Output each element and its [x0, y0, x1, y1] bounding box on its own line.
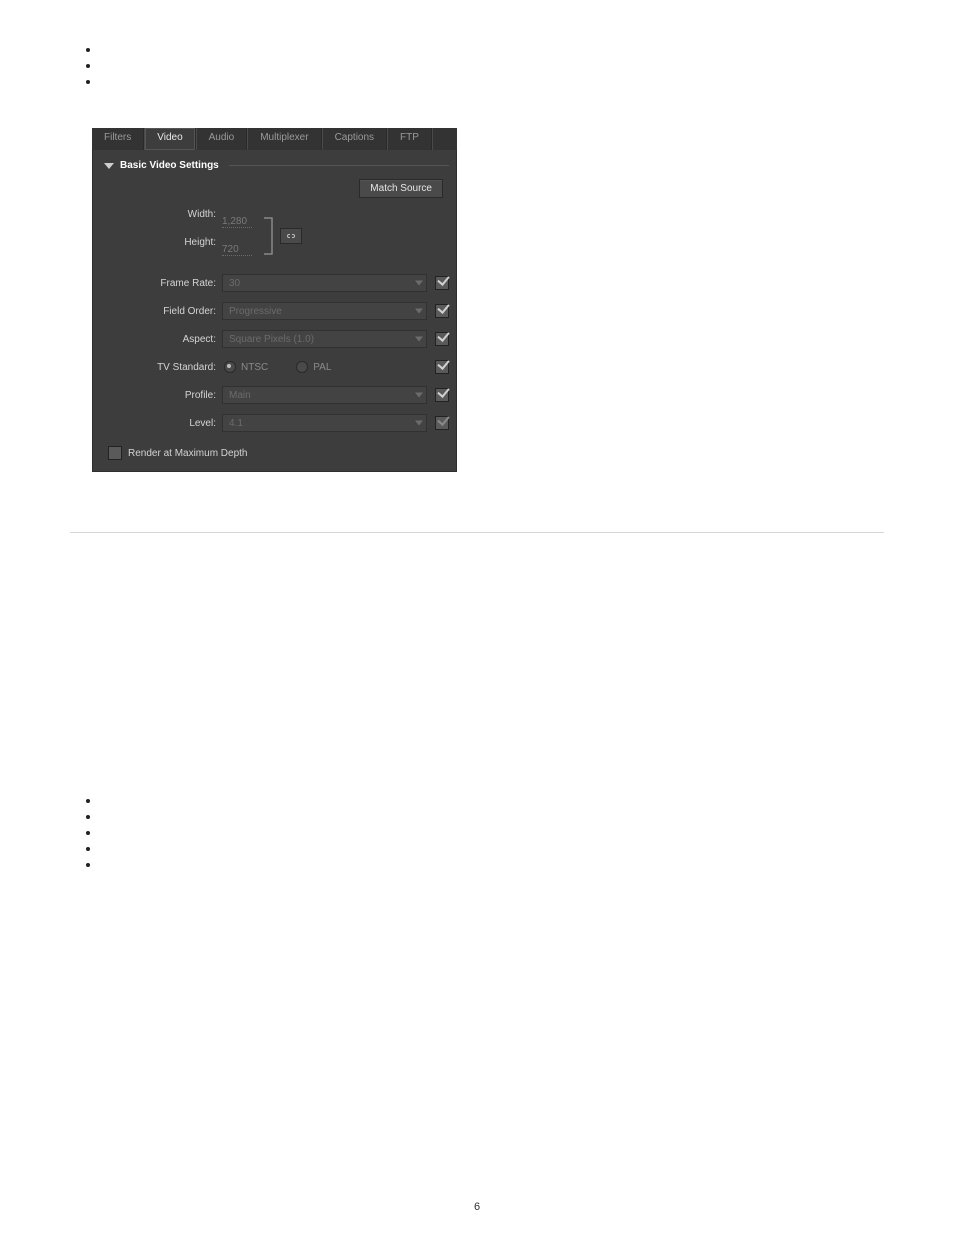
link-icon	[285, 232, 297, 240]
list-item	[100, 841, 884, 855]
match-source-checkbox-field-order[interactable]	[435, 304, 449, 318]
tab-multiplexer[interactable]: Multiplexer	[247, 128, 321, 150]
tv-standard-pal-radio[interactable]: PAL	[296, 361, 331, 373]
list-item	[100, 857, 884, 871]
tab-filters[interactable]: Filters	[92, 128, 144, 150]
frame-rate-label: Frame Rate:	[104, 278, 222, 289]
aspect-label: Aspect:	[104, 334, 222, 345]
radio-icon	[224, 361, 236, 373]
radio-icon	[296, 361, 308, 373]
video-settings-panel: Filters Video Audio Multiplexer Captions…	[92, 128, 457, 472]
link-bracket-icon	[262, 214, 276, 258]
tv-standard-label: TV Standard:	[104, 362, 222, 373]
match-source-button[interactable]: Match Source	[359, 179, 443, 198]
chevron-down-icon	[415, 337, 423, 342]
profile-label: Profile:	[104, 390, 222, 401]
match-source-checkbox-aspect[interactable]	[435, 332, 449, 346]
chevron-down-icon	[415, 421, 423, 426]
match-source-checkbox-level	[435, 416, 449, 430]
match-source-checkbox-profile[interactable]	[435, 388, 449, 402]
list-item	[100, 42, 884, 56]
top-bullet-list	[100, 42, 884, 88]
aspect-dropdown[interactable]: Square Pixels (1.0)	[222, 330, 427, 348]
frame-rate-dropdown[interactable]: 30	[222, 274, 427, 292]
render-max-depth-label: Render at Maximum Depth	[128, 448, 248, 459]
match-source-checkbox-frame-rate[interactable]	[435, 276, 449, 290]
page-number: 6	[0, 1201, 954, 1213]
field-order-label: Field Order:	[104, 306, 222, 317]
link-dimensions-button[interactable]	[280, 228, 302, 244]
tab-ftp[interactable]: FTP	[387, 128, 432, 150]
profile-dropdown[interactable]: Main	[222, 386, 427, 404]
level-dropdown[interactable]: 4.1	[222, 414, 427, 432]
match-source-checkbox-tv-standard[interactable]	[435, 360, 449, 374]
divider	[229, 165, 449, 166]
width-value[interactable]: 1,280	[222, 216, 252, 228]
tab-audio[interactable]: Audio	[196, 128, 248, 150]
height-value[interactable]: 720	[222, 244, 252, 256]
section-header-basic-video[interactable]: Basic Video Settings	[104, 160, 449, 171]
list-item	[100, 74, 884, 88]
tab-video[interactable]: Video	[144, 128, 195, 150]
lower-bullet-list	[100, 793, 884, 871]
chevron-down-icon	[415, 393, 423, 398]
tab-captions[interactable]: Captions	[322, 128, 387, 150]
tv-standard-ntsc-radio[interactable]: NTSC	[224, 361, 268, 373]
list-item	[100, 809, 884, 823]
list-item	[100, 793, 884, 807]
settings-tabbar: Filters Video Audio Multiplexer Captions…	[92, 128, 457, 150]
level-label: Level:	[104, 418, 222, 429]
render-max-depth-checkbox[interactable]	[108, 446, 122, 460]
disclosure-triangle-icon	[104, 163, 114, 169]
field-order-dropdown[interactable]: Progressive	[222, 302, 427, 320]
section-title: Basic Video Settings	[120, 160, 219, 171]
list-item	[100, 58, 884, 72]
height-label: Height:	[104, 236, 216, 264]
width-label: Width:	[104, 208, 216, 236]
chevron-down-icon	[415, 309, 423, 314]
list-item	[100, 825, 884, 839]
page-divider	[70, 532, 884, 533]
chevron-down-icon	[415, 281, 423, 286]
